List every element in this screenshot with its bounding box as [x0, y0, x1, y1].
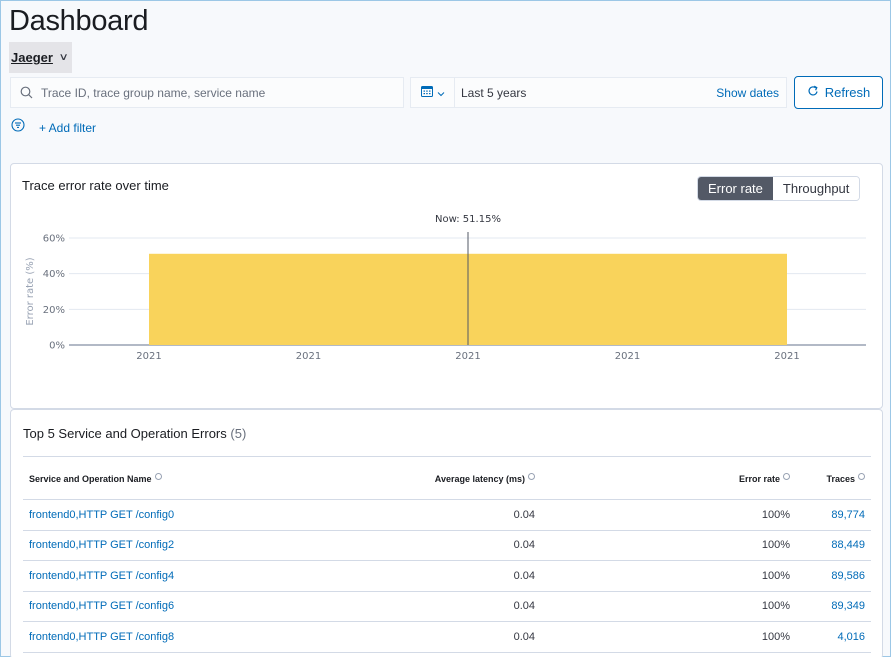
calendar-icon	[420, 84, 433, 102]
error-rate-cell: 100%	[535, 591, 790, 622]
help-icon[interactable]	[528, 472, 535, 480]
x-tick-label: 2021	[455, 351, 480, 362]
errors-table: Service and Operation Name Average laten…	[23, 456, 871, 653]
latency-cell: 0.04	[323, 499, 535, 531]
y-tick-label: 40%	[43, 269, 65, 280]
traces-link[interactable]: 89,774	[831, 509, 865, 521]
refresh-label: Refresh	[824, 85, 871, 100]
table-row: frontend0,HTTP GET /config6 0.04 100% 89…	[23, 591, 871, 622]
service-operation-link[interactable]: frontend0,HTTP GET /config6	[29, 600, 174, 612]
quick-select-button[interactable]	[411, 78, 455, 107]
error-rate-chart: 0% 20% 40% 60% 2021 2021 2021 2021 2021 Now: 51…	[25, 214, 866, 362]
table-row: frontend0,HTTP GET /config8 0.04 100% 4,…	[23, 621, 871, 653]
service-operation-link[interactable]: frontend0,HTTP GET /config2	[29, 539, 174, 551]
latency-cell: 0.04	[323, 591, 535, 622]
chevron-down-icon	[437, 84, 445, 102]
error-rate-cell: 100%	[535, 499, 790, 531]
help-icon[interactable]	[858, 472, 865, 480]
traces-link[interactable]: 88,449	[831, 539, 865, 551]
add-filter-button[interactable]: + Add filter	[39, 121, 96, 135]
column-header-name[interactable]: Service and Operation Name	[23, 456, 323, 500]
column-header-traces[interactable]: Traces	[790, 456, 871, 500]
errors-table-count: (5)	[230, 426, 247, 441]
refresh-icon	[807, 85, 819, 100]
service-operation-link[interactable]: frontend0,HTTP GET /config0	[29, 509, 174, 521]
table-header-row: Service and Operation Name Average laten…	[23, 456, 871, 500]
errors-table-title: Top 5 Service and Operation Errors (5)	[23, 426, 246, 441]
help-icon[interactable]	[783, 472, 790, 480]
traces-link[interactable]: 89,586	[831, 570, 865, 582]
y-tick-label: 20%	[43, 305, 65, 316]
chevron-down-icon: ∨	[58, 52, 69, 63]
table-row: frontend0,HTTP GET /config0 0.04 100% 89…	[23, 499, 871, 531]
error-rate-chart-panel: Trace error rate over time Error rate Th…	[10, 163, 883, 409]
help-icon[interactable]	[154, 472, 162, 480]
x-tick-label: 2021	[774, 351, 799, 362]
y-axis-label: Error rate (%)	[25, 257, 36, 325]
latency-cell: 0.04	[323, 621, 535, 653]
errors-table-title-text: Top 5 Service and Operation Errors	[23, 426, 227, 441]
traces-link[interactable]: 89,349	[831, 600, 865, 612]
column-header-latency[interactable]: Average latency (ms)	[323, 456, 535, 500]
tenant-label: Jaeger	[11, 50, 53, 65]
table-row: frontend0,HTTP GET /config4 0.04 100% 89…	[23, 560, 871, 592]
table-row: frontend0,HTTP GET /config2 0.04 100% 88…	[23, 530, 871, 561]
x-tick-label: 2021	[296, 351, 321, 362]
x-tick-label: 2021	[615, 351, 640, 362]
now-annotation: Now: 51.15%	[435, 214, 501, 225]
show-dates-link[interactable]: Show dates	[716, 86, 786, 100]
latency-cell: 0.04	[323, 530, 535, 561]
page-title: Dashboard	[9, 5, 149, 37]
search-icon	[11, 86, 41, 99]
tenant-picker[interactable]: Jaeger ∨	[9, 42, 72, 73]
filter-icon[interactable]	[11, 118, 25, 137]
filter-bar: + Add filter	[11, 118, 96, 137]
service-operation-link[interactable]: frontend0,HTTP GET /config4	[29, 570, 174, 582]
date-range-text[interactable]: Last 5 years	[455, 86, 716, 100]
y-tick-label: 60%	[43, 234, 65, 245]
error-rate-cell: 100%	[535, 560, 790, 592]
error-rate-cell: 100%	[535, 530, 790, 561]
errors-table-panel: Top 5 Service and Operation Errors (5) S…	[10, 409, 883, 657]
search-input[interactable]	[41, 85, 391, 100]
service-operation-link[interactable]: frontend0,HTTP GET /config8	[29, 631, 174, 643]
date-picker: Last 5 years Show dates	[410, 77, 787, 108]
column-header-error-rate[interactable]: Error rate	[535, 456, 790, 500]
search-box[interactable]	[10, 77, 404, 108]
traces-link[interactable]: 4,016	[837, 631, 865, 643]
error-rate-cell: 100%	[535, 621, 790, 653]
x-tick-label: 2021	[136, 351, 161, 362]
latency-cell: 0.04	[323, 560, 535, 592]
y-tick-label: 0%	[49, 341, 65, 352]
refresh-button[interactable]: Refresh	[794, 76, 883, 109]
